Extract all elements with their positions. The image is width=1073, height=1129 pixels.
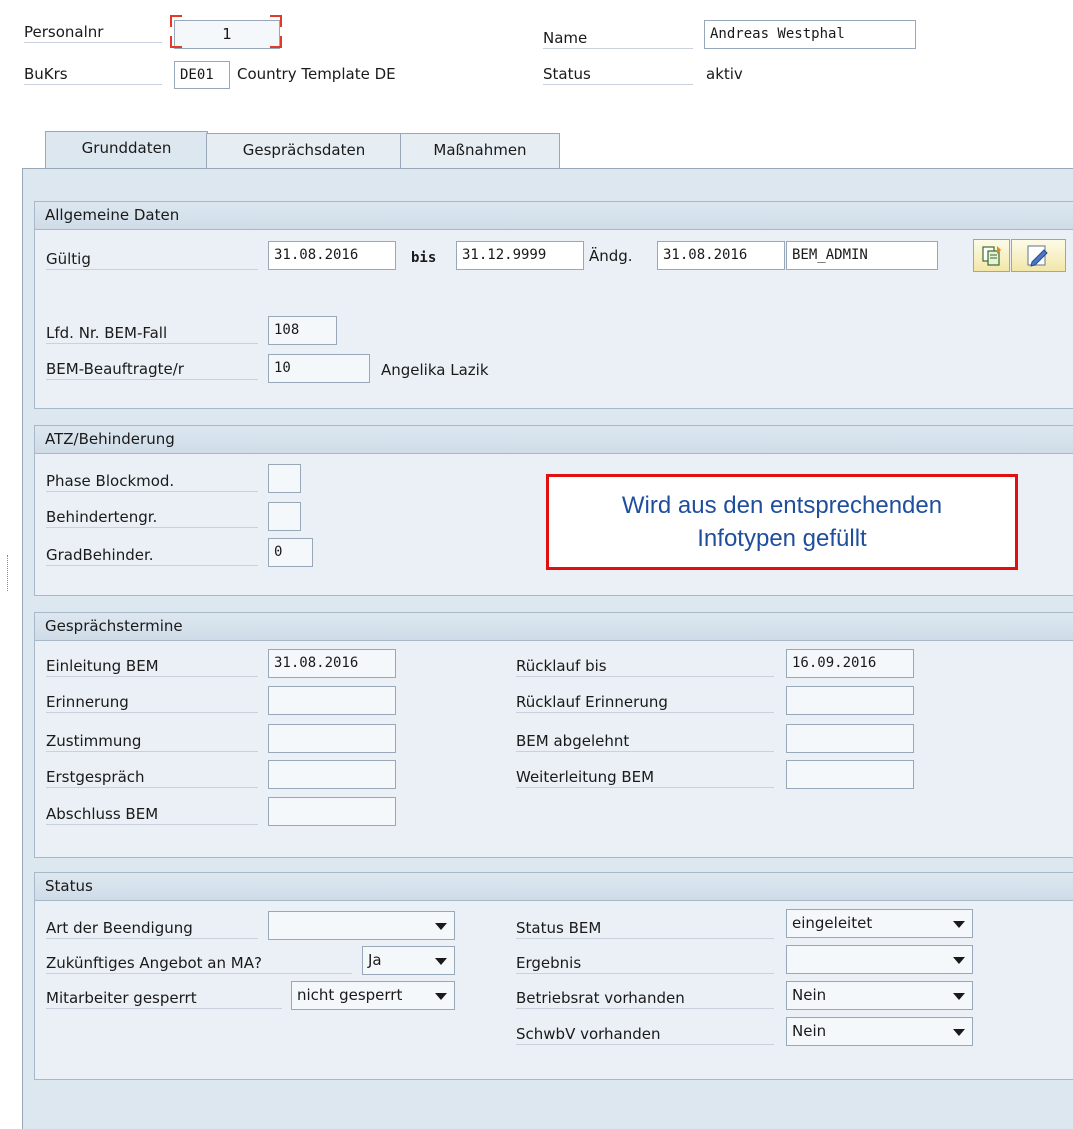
tab-massnahmen[interactable]: Maßnahmen	[400, 133, 560, 168]
ruecklauf-erinnerung-label: Rücklauf Erinnerung	[516, 692, 774, 713]
status-bem-label: Status BEM	[516, 918, 774, 939]
erstgespraech-label: Erstgespräch	[46, 767, 258, 788]
tab-grunddaten[interactable]: Grunddaten	[45, 131, 208, 169]
betriebsrat-label: Betriebsrat vorhanden	[516, 988, 774, 1009]
tab-grunddaten-label: Grunddaten	[81, 139, 172, 157]
bem-beauftragte-field[interactable]: 10	[268, 354, 370, 383]
abschluss-bem-field[interactable]	[268, 797, 396, 826]
change-documents-icon	[982, 246, 1001, 266]
lfd-nr-label: Lfd. Nr. BEM-Fall	[46, 323, 258, 344]
einleitung-bem-label: Einleitung BEM	[46, 656, 258, 677]
aendg-date-field: 31.08.2016	[657, 241, 785, 270]
gueltig-from-field: 31.08.2016	[268, 241, 396, 270]
bis-label: bis	[411, 250, 437, 266]
focus-indicator	[170, 15, 282, 48]
lfd-nr-field[interactable]: 108	[268, 316, 337, 345]
gespraechstermine-title: Gesprächstermine	[35, 613, 1073, 641]
atz-behinderung-title: ATZ/Behinderung	[35, 426, 1073, 454]
aendg-user-field: BEM_ADMIN	[786, 241, 938, 270]
behindertengr-label: Behindertengr.	[46, 507, 258, 528]
callout-line-2: Infotypen gefüllt	[697, 525, 867, 552]
bem-beauftragte-label: BEM-Beauftragte/r	[46, 359, 258, 380]
gueltig-to-field: 31.12.9999	[456, 241, 584, 270]
status-group: Status	[34, 872, 1073, 1080]
status-bem-select[interactable]: eingeleitet	[786, 909, 973, 938]
ruecklauf-erinnerung-field[interactable]	[786, 686, 914, 715]
behindertengr-field[interactable]	[268, 502, 301, 531]
bukrs-text: Country Template DE	[237, 65, 396, 83]
status-value: aktiv	[706, 65, 743, 83]
zustimmung-field[interactable]	[268, 724, 396, 753]
erinnerung-label: Erinnerung	[46, 692, 258, 713]
angebot-select[interactable]: Ja	[362, 946, 455, 975]
personalnr-label: Personalnr	[24, 22, 162, 43]
bukrs-field: DE01	[174, 61, 230, 89]
grad-behinderung-field[interactable]: 0	[268, 538, 313, 567]
splitter-handle[interactable]	[7, 555, 11, 591]
bem-abgelehnt-field[interactable]	[786, 724, 914, 753]
tab-gespraechsdaten-label: Gesprächsdaten	[242, 141, 366, 159]
weiterleitung-bem-field[interactable]	[786, 760, 914, 789]
callout-line-1: Wird aus den entsprechenden	[621, 492, 943, 519]
art-beendigung-select[interactable]	[268, 911, 455, 940]
mitarbeiter-gesperrt-label: Mitarbeiter gesperrt	[46, 988, 282, 1009]
einleitung-bem-field[interactable]: 31.08.2016	[268, 649, 396, 678]
tab-massnahmen-label: Maßnahmen	[433, 141, 527, 159]
status-group-title: Status	[35, 873, 1073, 901]
phase-blockmod-field[interactable]	[268, 464, 301, 493]
schwbv-label: SchwbV vorhanden	[516, 1024, 774, 1045]
zustimmung-label: Zustimmung	[46, 731, 258, 752]
weiterleitung-bem-label: Weiterleitung BEM	[516, 767, 774, 788]
angebot-label: Zukünftiges Angebot an MA?	[46, 953, 352, 974]
name-field: Andreas Westphal	[704, 20, 916, 49]
erstgespraech-field[interactable]	[268, 760, 396, 789]
grad-behinderung-label: GradBehinder.	[46, 545, 258, 566]
ergebnis-label: Ergebnis	[516, 953, 774, 974]
phase-blockmod-label: Phase Blockmod.	[46, 471, 258, 492]
bem-beauftragte-name: Angelika Lazik	[381, 361, 489, 379]
tab-gespraechsdaten[interactable]: Gesprächsdaten	[206, 133, 402, 168]
ruecklauf-bis-label: Rücklauf bis	[516, 656, 774, 677]
edit-button[interactable]	[1011, 239, 1066, 272]
allgemeine-daten-title: Allgemeine Daten	[35, 202, 1073, 230]
edit-icon	[1027, 245, 1048, 267]
schwbv-select[interactable]: Nein	[786, 1017, 973, 1046]
name-label: Name	[543, 28, 693, 49]
change-documents-button[interactable]	[973, 239, 1010, 272]
betriebsrat-select[interactable]: Nein	[786, 981, 973, 1010]
ergebnis-select[interactable]	[786, 945, 973, 974]
aendg-label: Ändg.	[589, 247, 633, 265]
status-label: Status	[543, 64, 693, 85]
bukrs-label: BuKrs	[24, 64, 162, 85]
gueltig-label: Gültig	[46, 249, 258, 270]
annotation-callout: Wird aus den entsprechenden Infotypen ge…	[546, 474, 1018, 570]
ruecklauf-bis-field[interactable]: 16.09.2016	[786, 649, 914, 678]
bem-abgelehnt-label: BEM abgelehnt	[516, 731, 774, 752]
mitarbeiter-gesperrt-select[interactable]: nicht gesperrt	[291, 981, 455, 1010]
erinnerung-field[interactable]	[268, 686, 396, 715]
art-beendigung-label: Art der Beendigung	[46, 918, 258, 939]
abschluss-bem-label: Abschluss BEM	[46, 804, 258, 825]
